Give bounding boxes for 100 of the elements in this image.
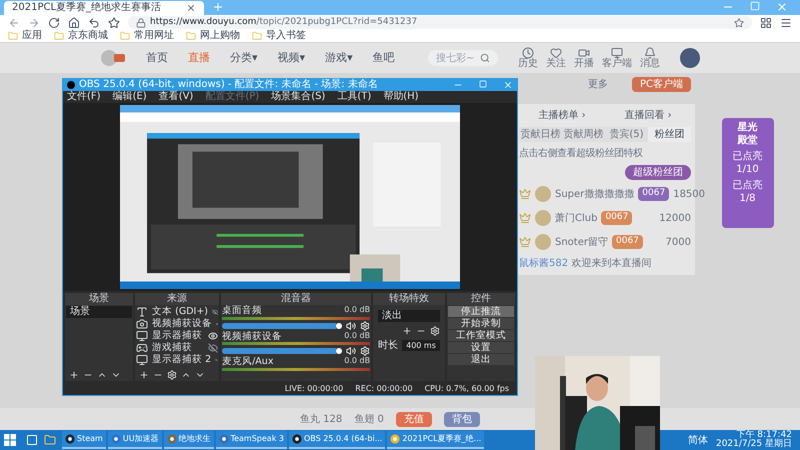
rank-link[interactable]: 主播榜单 › bbox=[538, 108, 586, 123]
app-icon bbox=[166, 434, 177, 444]
ime-indicator[interactable]: 简体 bbox=[688, 432, 708, 448]
user-name[interactable]: Super撒撒撒撒撒 bbox=[555, 186, 634, 202]
menu-item[interactable]: 工具(T) bbox=[337, 92, 372, 102]
transition-select[interactable]: 淡出 bbox=[378, 310, 440, 322]
user-name[interactable]: Snoter留守 bbox=[555, 234, 608, 250]
menu-item[interactable]: 编辑(E) bbox=[112, 92, 147, 102]
rank-tab[interactable]: 贡献日榜 bbox=[519, 127, 562, 142]
header-label[interactable]: 历史 bbox=[518, 59, 538, 69]
settings-icon[interactable] bbox=[167, 370, 178, 380]
nav-link[interactable]: 视频▾ bbox=[278, 50, 306, 66]
eye-icon[interactable] bbox=[208, 330, 218, 340]
slider-thumb[interactable] bbox=[336, 348, 342, 354]
nav-link[interactable]: 鱼吧 bbox=[372, 50, 395, 66]
bookmark-link[interactable]: 常用网址 bbox=[134, 31, 174, 41]
wallet-button[interactable]: 背包 bbox=[444, 412, 480, 426]
rank-tab[interactable]: 贵宾(5) bbox=[605, 127, 648, 142]
settings-icon[interactable] bbox=[430, 326, 440, 336]
source-item[interactable]: 视频捕获设备 bbox=[152, 318, 212, 328]
more-label[interactable]: 更多 bbox=[588, 77, 608, 92]
add-icon[interactable] bbox=[139, 370, 150, 380]
taskbar-app[interactable]: UU加速器 bbox=[108, 431, 162, 449]
source-item[interactable]: 显示器捕获 2 bbox=[152, 354, 212, 364]
extensions-icon[interactable] bbox=[760, 16, 772, 28]
duration-field[interactable]: 400 ms bbox=[402, 340, 440, 351]
menu-item[interactable]: 查看(V) bbox=[158, 92, 194, 102]
gamepad-icon bbox=[136, 342, 148, 354]
taskbar-app[interactable]: OBS 25.0.4 (64-bi... bbox=[288, 431, 386, 449]
taskbar-app[interactable]: Steam bbox=[62, 431, 106, 449]
search-icon[interactable] bbox=[480, 53, 490, 63]
crown-icon bbox=[519, 236, 531, 248]
source-item[interactable]: 显示器捕获 bbox=[152, 330, 204, 340]
user-name[interactable]: 萧门Club bbox=[555, 210, 598, 226]
eye-off-icon[interactable] bbox=[212, 306, 218, 316]
source-item[interactable]: 文本 (GDI+) bbox=[152, 306, 208, 316]
menu-item[interactable]: 文件(F) bbox=[67, 92, 101, 102]
header-icon[interactable] bbox=[550, 47, 562, 59]
bookmark-link[interactable]: 应用 bbox=[22, 31, 42, 41]
star-icon[interactable] bbox=[108, 16, 120, 28]
app-icon bbox=[292, 434, 302, 444]
control-button[interactable]: 停止推流 bbox=[448, 306, 514, 317]
rank-link[interactable]: 直播回看 › bbox=[624, 108, 672, 123]
bookmark-star-icon[interactable] bbox=[734, 18, 744, 28]
nav-link[interactable]: 首页 bbox=[146, 50, 168, 66]
header-icon[interactable] bbox=[611, 47, 623, 59]
scene-item[interactable]: 场景 bbox=[66, 306, 132, 318]
taskbar-app[interactable]: 绝地求生 bbox=[164, 431, 214, 449]
folder-icon[interactable] bbox=[44, 434, 56, 446]
header-label[interactable]: 消息 bbox=[640, 59, 660, 69]
clock-time[interactable]: 下午 8:17:42 bbox=[736, 431, 792, 440]
nav-link[interactable]: 分类▾ bbox=[230, 50, 258, 66]
speaker-icon[interactable] bbox=[346, 346, 356, 356]
add-icon[interactable] bbox=[402, 326, 412, 336]
clock-date[interactable]: 2021/7/25 星期日 bbox=[716, 440, 792, 449]
control-button[interactable]: 设置 bbox=[448, 342, 514, 353]
menu-item[interactable]: 帮助(H) bbox=[383, 92, 419, 102]
menu-icon[interactable] bbox=[780, 16, 792, 28]
taskbar-app[interactable]: 2021PCL夏季赛_绝... bbox=[387, 431, 484, 449]
menu-item[interactable]: 场景集合(S) bbox=[271, 92, 326, 102]
score: 18500 bbox=[673, 188, 706, 202]
bookmark-link[interactable]: 导入书签 bbox=[266, 31, 306, 41]
task-view-icon[interactable] bbox=[26, 434, 38, 446]
back-icon[interactable] bbox=[8, 16, 20, 28]
source-item[interactable]: 游戏捕获 bbox=[152, 342, 204, 352]
address-field[interactable]: https://www.douyu.com/topic/2021pubg1PCL?rid=5431237 bbox=[128, 16, 752, 29]
header-icon[interactable] bbox=[522, 47, 534, 59]
bookmark-link[interactable]: 网上购物 bbox=[200, 31, 240, 41]
pc-client-button[interactable]: PC客户端 bbox=[632, 77, 691, 92]
fan-badge: 0067 bbox=[601, 211, 632, 225]
taskbar-app[interactable]: TeamSpeak 3 bbox=[216, 431, 287, 449]
header-icon[interactable] bbox=[644, 47, 656, 59]
rank-tab[interactable]: 贡献周榜 bbox=[562, 127, 605, 142]
user-avatar bbox=[535, 234, 551, 250]
promo-card[interactable]: 星光殿堂 已点亮1/10 已点亮1/8 bbox=[722, 118, 774, 228]
browser-tab[interactable]: 2021PCL夏季赛_绝地求生赛事活 bbox=[4, 1, 204, 15]
close-icon[interactable] bbox=[186, 3, 196, 13]
wallet-button[interactable]: 充值 bbox=[396, 412, 432, 426]
control-button[interactable]: 退出 bbox=[448, 354, 514, 365]
nav-link[interactable]: 游戏▾ bbox=[325, 50, 353, 66]
header-icon[interactable] bbox=[578, 47, 590, 59]
reload-icon[interactable] bbox=[48, 16, 60, 28]
header-label[interactable]: 客户端 bbox=[602, 59, 632, 69]
avatar[interactable] bbox=[680, 48, 700, 68]
forward-icon[interactable] bbox=[28, 16, 40, 28]
undo-icon[interactable] bbox=[88, 16, 100, 28]
header-label[interactable]: 开播 bbox=[574, 59, 594, 69]
control-button[interactable]: 工作室模式 bbox=[448, 330, 514, 341]
fan-club-button[interactable]: 超级粉丝团 bbox=[625, 165, 691, 180]
control-button[interactable]: 开始录制 bbox=[448, 318, 514, 329]
speaker-icon[interactable] bbox=[346, 320, 356, 330]
slider-thumb[interactable] bbox=[336, 322, 342, 328]
windows-icon[interactable] bbox=[4, 434, 16, 446]
header-label[interactable]: 关注 bbox=[546, 59, 566, 69]
bookmark-link[interactable]: 京东商城 bbox=[68, 31, 108, 41]
eye-off-icon[interactable] bbox=[208, 342, 218, 352]
audio-source-name: 桌面音频 bbox=[222, 306, 262, 316]
add-icon[interactable] bbox=[69, 370, 79, 380]
rank-tab[interactable]: 粉丝团 bbox=[648, 127, 691, 142]
home-icon[interactable] bbox=[68, 16, 80, 28]
